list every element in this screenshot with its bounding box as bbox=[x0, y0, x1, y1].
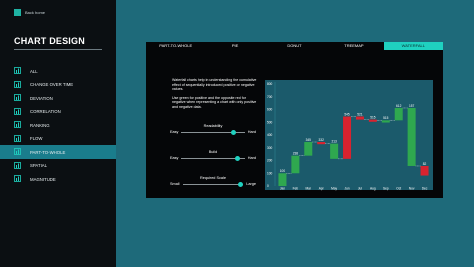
slider-min-label: Easy bbox=[170, 156, 179, 160]
slider-thumb[interactable] bbox=[234, 155, 240, 161]
nav-item-label: PART-TO-WHOLE bbox=[30, 149, 66, 155]
slider-build: Build Easy Hard bbox=[170, 150, 256, 161]
title-divider bbox=[14, 49, 102, 50]
slider-title: Build bbox=[208, 150, 218, 154]
bar-icon bbox=[14, 175, 21, 182]
category-nav: ALL CHANGE OVER TIME DEVIATION CORRELATION R… bbox=[0, 64, 116, 186]
nav-item-label: MAGNITUDE bbox=[30, 176, 56, 182]
nav-item-label: CORRELATION bbox=[30, 109, 61, 114]
pie-icon bbox=[14, 148, 21, 155]
tab-part-to-whole[interactable]: PART-TO-WHOLE bbox=[146, 42, 206, 50]
slider-thumb[interactable] bbox=[237, 181, 243, 187]
nav-item-label: SPATIAL bbox=[30, 163, 48, 168]
nav-item-all[interactable]: ALL bbox=[0, 64, 116, 78]
slider-title: Readability bbox=[203, 124, 223, 128]
description-paragraph-2: Use green for positive and the opposite … bbox=[172, 95, 257, 109]
nav-item-magnitude[interactable]: MAGNITUDE bbox=[0, 172, 116, 186]
slider-max-label: Hard bbox=[247, 156, 256, 160]
slider-min-label: Small bbox=[170, 182, 180, 186]
nav-item-correlation[interactable]: CORRELATION bbox=[0, 105, 116, 119]
slider-title: Required Scale bbox=[200, 176, 226, 180]
ranking-icon bbox=[14, 121, 21, 128]
back-home-link[interactable]: Back home bbox=[14, 9, 45, 16]
slider-required-scale: Required Scale Small Large bbox=[170, 176, 256, 187]
slider-readability: Readability Easy Hard bbox=[170, 124, 256, 135]
nav-item-ranking[interactable]: RANKING bbox=[0, 118, 116, 132]
tab-pie[interactable]: PIE bbox=[205, 42, 265, 50]
nav-item-spatial[interactable]: SPATIAL bbox=[0, 159, 116, 173]
back-home-label: Back home bbox=[25, 10, 46, 15]
nav-item-label: FLOW bbox=[30, 136, 43, 141]
tab-waterfall[interactable]: WATERFALL bbox=[383, 42, 444, 50]
tab-treemap[interactable]: TREEMAP bbox=[324, 42, 384, 50]
description-paragraph-1: Waterfall charts help in understanding t… bbox=[172, 78, 257, 92]
map-icon bbox=[14, 161, 21, 169]
slider-thumb[interactable] bbox=[230, 129, 236, 135]
deviation-icon bbox=[14, 94, 21, 101]
chart-type-tabs: PART-TO-WHOLE PIE DONUT TREEMAP WATERFALL bbox=[146, 42, 444, 50]
nav-item-label: DEVIATION bbox=[30, 95, 53, 101]
slider-max-label: Hard bbox=[247, 130, 256, 134]
chart-description: Waterfall charts help in understanding t… bbox=[172, 78, 258, 114]
slider-track[interactable] bbox=[181, 129, 245, 135]
line-chart-icon bbox=[14, 80, 21, 88]
scatter-icon bbox=[14, 107, 21, 115]
slider-min-label: Easy bbox=[170, 130, 179, 134]
nav-item-label: CHANGE OVER TIME bbox=[30, 82, 74, 87]
home-icon bbox=[14, 9, 21, 16]
slider-max-label: Large bbox=[246, 182, 256, 186]
app-title: CHART DESIGN bbox=[14, 36, 85, 46]
nav-item-deviation[interactable]: DEVIATION bbox=[0, 91, 116, 105]
nav-item-part-to-whole[interactable]: PART-TO-WHOLE bbox=[0, 145, 116, 159]
nav-item-flow[interactable]: FLOW bbox=[0, 132, 116, 146]
grid-icon bbox=[14, 67, 21, 74]
nav-item-label: ALL bbox=[30, 68, 38, 74]
nav-item-change-over-time[interactable]: CHANGE OVER TIME bbox=[0, 78, 116, 92]
tab-donut[interactable]: DONUT bbox=[264, 42, 325, 50]
slider-track[interactable] bbox=[181, 155, 245, 161]
nav-item-label: RANKING bbox=[30, 122, 50, 128]
slider-track[interactable] bbox=[182, 181, 244, 187]
flow-icon bbox=[14, 134, 21, 142]
sidebar: Back home CHART DESIGN ALL CHANGE OVER TI… bbox=[0, 0, 116, 267]
